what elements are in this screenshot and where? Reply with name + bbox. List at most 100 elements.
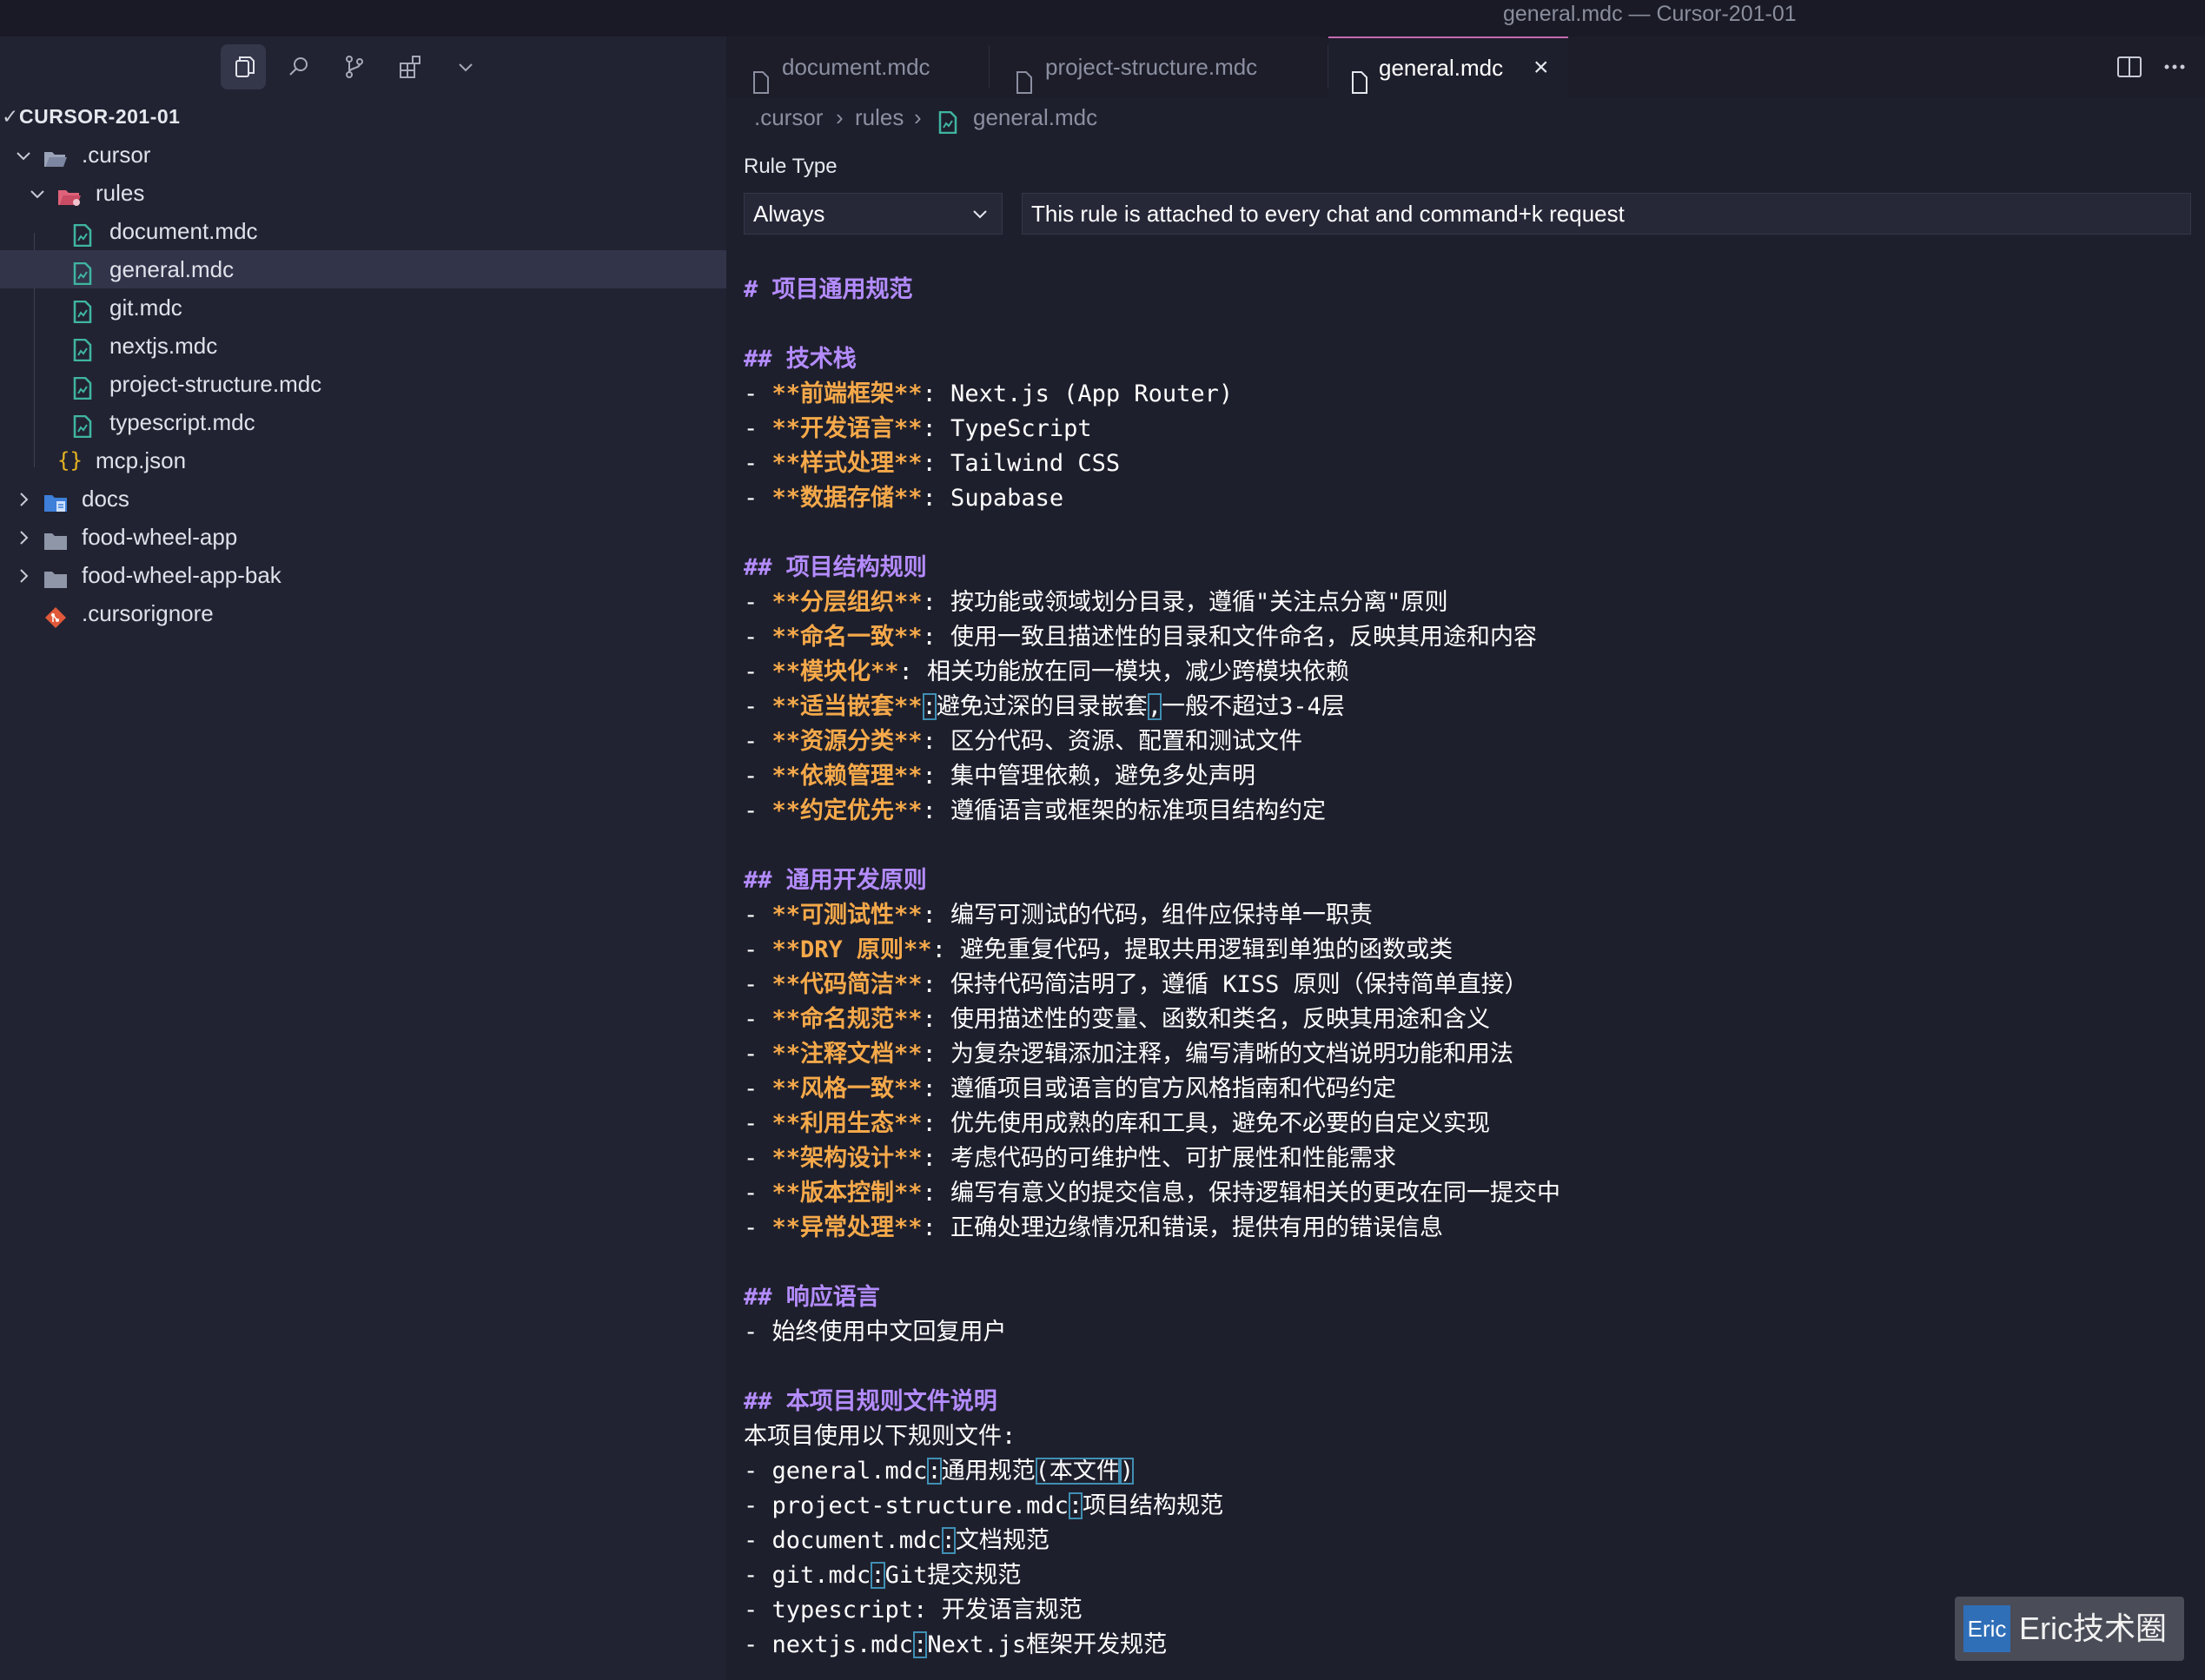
line-text: : 正确处理边缘情况和错误，提供有用的错误信息 (922, 1214, 1444, 1241)
ambiguous-char-highlight: : (927, 1458, 942, 1485)
tree-label: food-wheel-app-bak (82, 562, 281, 588)
source-control-icon[interactable] (332, 44, 377, 89)
line-text: : 集中管理依赖，避免多处声明 (922, 763, 1256, 790)
heading-text: ## 响应语言 (744, 1284, 880, 1311)
split-editor-icon[interactable] (2115, 52, 2144, 82)
bold-text: **约定优先** (771, 797, 923, 824)
more-actions-icon[interactable] (2160, 52, 2189, 82)
bold-text: **命名规范** (771, 1006, 923, 1033)
chevron-right-icon (14, 480, 35, 518)
tree-folder-rules[interactable]: rules (0, 174, 726, 212)
tree-file-cursorignore[interactable]: .cursorignore (0, 594, 726, 632)
bold-text: **利用生态** (771, 1110, 923, 1137)
code-line: - **约定优先**: 遵循语言或框架的标准项目结构约定 (744, 797, 1327, 824)
files-icon[interactable] (221, 44, 266, 89)
tab-label: general.mdc (1379, 55, 1504, 81)
line-text: Next.js框架开发规范 (927, 1631, 1168, 1658)
line-text: 本项目使用以下规则文件: (744, 1423, 1016, 1450)
bold-text: **注释文档** (771, 1041, 923, 1068)
heading-text: ## 项目结构规则 (744, 554, 927, 581)
bold-text: **资源分类** (771, 728, 923, 755)
line-text: - nextjs.mdc (744, 1631, 914, 1658)
sidebar: ✓ CURSOR-201-01 .cursor rules document.m… (0, 36, 726, 1680)
breadcrumb-item[interactable]: rules (855, 97, 904, 137)
code-line: - **版本控制**: 编写有意义的提交信息，保持逻辑相关的更改在同一提交中 (744, 1180, 1561, 1207)
tab-document[interactable]: document.mdc (726, 36, 989, 97)
line-text: : 相关功能放在同一模块，减少跨模块依赖 (898, 658, 1350, 685)
tree-label: mcp.json (96, 447, 187, 473)
line-text: - git.mdc (744, 1562, 871, 1589)
line-text: : 遵循项目或语言的官方风格指南和代码约定 (922, 1075, 1397, 1102)
tab-label: document.mdc (782, 54, 930, 80)
tab-project-structure[interactable]: project-structure.mdc (990, 36, 1278, 97)
bold-text: **模块化** (771, 658, 899, 685)
code-line: - **代码简洁**: 保持代码简洁明了，遵循 KISS 原则（保持简单直接） (744, 971, 1528, 998)
line-text: : 编写可测试的代码，组件应保持单一职责 (922, 902, 1374, 929)
heading-text: ## 本项目规则文件说明 (744, 1388, 997, 1415)
tree-file-general[interactable]: general.mdc (0, 250, 726, 288)
explorer-root[interactable]: ✓ CURSOR-201-01 (0, 97, 726, 136)
tab-general[interactable]: general.mdc × (1328, 36, 1568, 97)
line-text: 通用规范 (941, 1458, 1036, 1485)
bold-text: **依赖管理** (771, 763, 923, 790)
tree-label: .cursor (82, 142, 151, 168)
markdown-file-icon (73, 334, 97, 362)
close-icon[interactable]: × (1533, 38, 1549, 97)
heading-text: ## 通用开发原则 (744, 867, 927, 894)
title-bar: general.mdc — Cursor-201-01 (0, 0, 2205, 36)
line-text: Git提交规范 (884, 1562, 1022, 1589)
code-line: - **注释文档**: 为复杂逻辑添加注释，编写清晰的文档说明功能和用法 (744, 1041, 1514, 1068)
bold-text: **代码简洁** (771, 971, 923, 998)
line-text: - document.mdc (744, 1527, 942, 1554)
tree-file-typescript[interactable]: typescript.mdc (0, 403, 726, 441)
tree-folder-food-wheel-app[interactable]: food-wheel-app (0, 518, 726, 556)
line-text: : Next.js (App Router) (922, 380, 1234, 407)
rule-description-input[interactable]: This rule is attached to every chat and … (1022, 193, 2191, 235)
watermark: Eric Eric技术圈 (1955, 1597, 2184, 1661)
ambiguous-char-highlight: ) (1119, 1458, 1135, 1485)
tree-label: general.mdc (109, 256, 235, 282)
line-text: : 使用一致且描述性的目录和文件命名，反映其用途和内容 (922, 624, 1538, 651)
tree-label: project-structure.mdc (109, 371, 322, 397)
line-text: 一般不超过3-4层 (1162, 693, 1345, 720)
code-line: - **开发语言**: TypeScript (744, 415, 1092, 442)
git-icon (43, 602, 68, 628)
tree-folder-cursor[interactable]: .cursor (0, 136, 726, 174)
search-icon[interactable] (276, 44, 321, 89)
code-line: ## 通用开发原则 (744, 863, 927, 898)
tree-folder-docs[interactable]: docs (0, 480, 726, 518)
line-text: : 为复杂逻辑添加注释，编写清晰的文档说明功能和用法 (922, 1041, 1514, 1068)
tree-folder-food-wheel-app-bak[interactable]: food-wheel-app-bak (0, 556, 726, 594)
tree-file-git[interactable]: git.mdc (0, 288, 726, 327)
code-line: - nextjs.mdc:Next.js框架开发规范 (744, 1628, 1167, 1663)
line-text: - project-structure.mdc (744, 1492, 1069, 1519)
code-line: - **架构设计**: 考虑代码的可维护性、可扩展性和性能需求 (744, 1145, 1397, 1172)
breadcrumb-item[interactable]: general.mdc (973, 97, 1097, 137)
line-text: 项目结构规范 (1083, 1492, 1224, 1519)
extensions-icon[interactable] (387, 44, 433, 89)
line-text: : 区分代码、资源、配置和测试文件 (922, 728, 1303, 755)
rule-type-value: Always (753, 201, 825, 227)
code-line: - **DRY 原则**: 避免重复代码，提取共用逻辑到单独的函数或类 (744, 936, 1453, 963)
tree-label: document.mdc (109, 218, 258, 244)
tree-file-mcp-json[interactable]: {} mcp.json (0, 441, 726, 480)
chevron-right-icon (14, 518, 35, 556)
file-icon (1351, 56, 1368, 94)
tab-bar: document.mdc project-structure.mdc gener… (726, 36, 2205, 97)
code-line: ## 本项目规则文件说明 (744, 1385, 997, 1419)
line-text: - 始终使用中文回复用户 (744, 1319, 1007, 1346)
line-text: : 避免重复代码，提取共用逻辑到单独的函数或类 (931, 936, 1453, 963)
bold-text: **架构设计** (771, 1145, 923, 1172)
tree-file-nextjs[interactable]: nextjs.mdc (0, 327, 726, 365)
rule-type-label: Rule Type (744, 155, 838, 178)
ambiguous-char-highlight: : (1068, 1492, 1083, 1519)
tree-file-document[interactable]: document.mdc (0, 212, 726, 250)
chevron-down-icon (973, 210, 987, 219)
tree-file-project-structure[interactable]: project-structure.mdc (0, 365, 726, 403)
ambiguous-char-highlight: : (941, 1527, 956, 1554)
chevron-down-icon[interactable] (443, 44, 488, 89)
rule-type-select[interactable]: Always (744, 193, 1003, 235)
code-line: ## 项目结构规则 (744, 551, 927, 585)
folder-rules-icon (57, 182, 82, 206)
breadcrumb-item[interactable]: .cursor (754, 97, 823, 137)
